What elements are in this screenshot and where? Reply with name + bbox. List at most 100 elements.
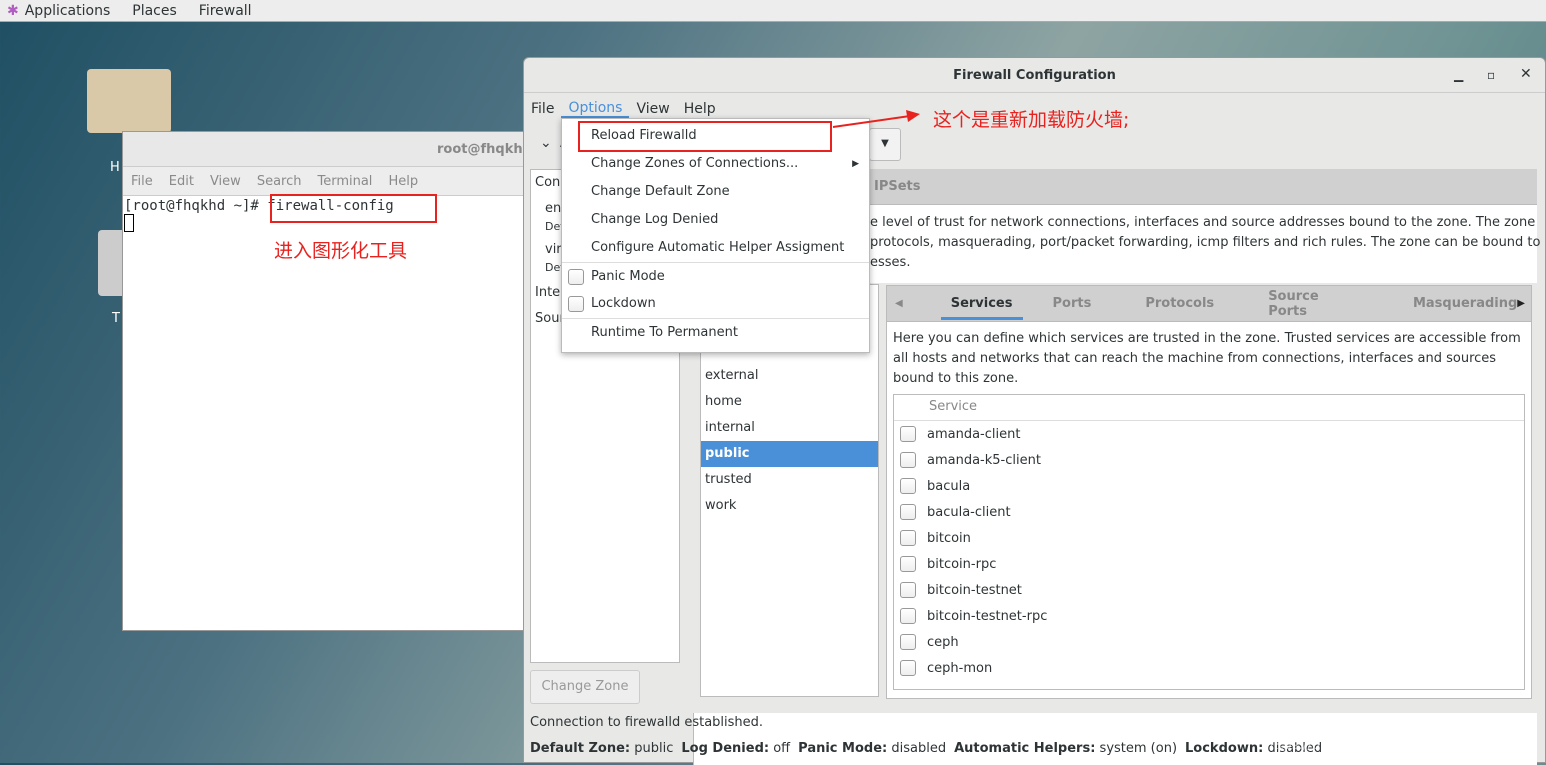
applications-menu[interactable]: Applications	[25, 3, 111, 19]
zone-settings-panel: ◀ Services Ports Protocols Source Ports …	[886, 285, 1532, 699]
service-checkbox[interactable]	[900, 426, 916, 442]
tab-masquerading[interactable]: Masquerading	[1413, 296, 1517, 311]
label: Change Zones of Connections...	[591, 156, 799, 171]
status-item: Panic Mode: disabled	[798, 741, 946, 756]
tabs-scroll-left-icon[interactable]: ◀	[895, 298, 903, 309]
service-checkbox[interactable]	[900, 452, 916, 468]
tab-services[interactable]: Services	[940, 287, 1023, 320]
service-row[interactable]: bitcoin	[894, 525, 1524, 551]
prompt: [root@fhqkhd ~]#	[124, 198, 268, 214]
tab-protocols[interactable]: Protocols	[1145, 296, 1214, 311]
zone-item-trusted[interactable]: trusted	[701, 467, 878, 493]
service-checkbox[interactable]	[900, 530, 916, 546]
service-checkbox[interactable]	[900, 582, 916, 598]
options-dropdown-menu: Reload Firewalld Change Zones of Connect…	[561, 118, 870, 353]
service-checkbox[interactable]	[900, 634, 916, 650]
service-row[interactable]: bitcoin-testnet-rpc	[894, 603, 1524, 629]
menu-item-change-default-zone[interactable]: Change Default Zone	[562, 178, 869, 206]
firewall-menu[interactable]: Firewall	[199, 3, 252, 19]
terminal-menu-terminal[interactable]: Terminal	[317, 174, 372, 189]
status-key: Lockdown:	[1185, 741, 1264, 756]
service-name: ceph	[927, 634, 959, 650]
status-item: Default Zone: public	[530, 741, 673, 756]
apps-icon: ✱	[7, 2, 19, 19]
service-checkbox[interactable]	[900, 504, 916, 520]
service-name: bitcoin-testnet	[927, 582, 1022, 598]
status-item: Log Denied: off	[681, 741, 790, 756]
status-item: Automatic Helpers: system (on)	[954, 741, 1177, 756]
terminal-annotation: 进入图形化工具	[274, 240, 408, 262]
menu-item-change-log-denied[interactable]: Change Log Denied	[562, 206, 869, 234]
cursor	[124, 214, 134, 232]
change-zone-button[interactable]: Change Zone	[530, 670, 640, 704]
service-checkbox[interactable]	[900, 608, 916, 624]
service-checkbox[interactable]	[900, 660, 916, 676]
zone-item-internal[interactable]: internal	[701, 415, 878, 441]
menu-view[interactable]: View	[629, 101, 676, 117]
tab-source-ports[interactable]: Source Ports	[1268, 289, 1359, 319]
reload-highlight-box	[578, 121, 832, 152]
terminal-title: root@fhqkhd	[437, 142, 532, 157]
service-row[interactable]: amanda-k5-client	[894, 447, 1524, 473]
service-name: ceph-mon	[927, 660, 993, 676]
services-table: Service amanda-client amanda-k5-client bac…	[893, 394, 1525, 690]
service-row[interactable]: bacula-client	[894, 499, 1524, 525]
status-key: Panic Mode:	[798, 741, 888, 756]
service-name: bitcoin-testnet-rpc	[927, 608, 1048, 624]
desc-line: protocols, masquerading, port/packet for…	[870, 235, 1541, 250]
status-key: Default Zone:	[530, 741, 631, 756]
zone-item-home[interactable]: home	[701, 389, 878, 415]
zone-item-work[interactable]: work	[701, 493, 878, 519]
status-bar: Default Zone: public Log Denied: off Panic…	[530, 741, 1330, 756]
menu-item-change-zones-of-connections[interactable]: Change Zones of Connections... ▶	[562, 150, 869, 178]
reload-annotation: 这个是重新加载防火墙;	[933, 109, 1130, 131]
chevron-down-icon[interactable]: ⌄	[540, 135, 552, 151]
status-value: disabled	[891, 741, 947, 756]
service-column-header[interactable]: Service	[894, 395, 1524, 421]
close-button[interactable]: ✕	[1520, 66, 1532, 82]
checkbox[interactable]	[568, 296, 584, 312]
command-highlight-box	[270, 194, 437, 223]
tabs-scroll-right-icon[interactable]: ▶	[1517, 298, 1525, 309]
minimize-button[interactable]: ▁	[1454, 68, 1463, 82]
annotation-arrow	[832, 110, 920, 128]
service-checkbox[interactable]	[900, 556, 916, 572]
service-name: bitcoin-rpc	[927, 556, 997, 572]
submenu-arrow-icon: ▶	[852, 159, 859, 169]
menu-item-lockdown[interactable]: Lockdown	[562, 290, 869, 318]
home-folder-icon[interactable]	[87, 69, 171, 133]
terminal-menu-file[interactable]: File	[131, 174, 153, 189]
service-row[interactable]: bitcoin-testnet	[894, 577, 1524, 603]
checkbox[interactable]	[568, 268, 584, 285]
menu-item-runtime-to-permanent[interactable]: Runtime To Permanent	[562, 318, 869, 346]
zone-item-public[interactable]: public	[701, 441, 878, 467]
status-value: off	[773, 741, 791, 756]
service-checkbox[interactable]	[900, 478, 916, 494]
service-name: amanda-client	[927, 426, 1021, 442]
service-name: bitcoin	[927, 530, 971, 546]
terminal-menu-view[interactable]: View	[210, 174, 241, 189]
service-row[interactable]: amanda-client	[894, 421, 1524, 447]
menu-file[interactable]: File	[524, 101, 561, 117]
label: Panic Mode	[591, 268, 665, 284]
terminal-menu-search[interactable]: Search	[257, 174, 302, 189]
label: Lockdown	[591, 296, 656, 311]
status-value: system (on)	[1099, 741, 1178, 756]
service-row[interactable]: ceph	[894, 629, 1524, 655]
places-menu[interactable]: Places	[132, 3, 177, 19]
terminal-menu-edit[interactable]: Edit	[169, 174, 194, 189]
menu-help[interactable]: Help	[677, 101, 723, 117]
tab-ports[interactable]: Ports	[1053, 296, 1092, 311]
service-row[interactable]: ceph-mon	[894, 655, 1524, 681]
service-row[interactable]: bitcoin-rpc	[894, 551, 1524, 577]
menu-item-panic-mode[interactable]: Panic Mode	[562, 262, 869, 290]
service-row[interactable]: bacula	[894, 473, 1524, 499]
menu-item-configure-helper[interactable]: Configure Automatic Helper Assigment	[562, 234, 869, 262]
menu-options[interactable]: Options	[561, 100, 630, 118]
tab-ipsets[interactable]: IPSets	[874, 179, 921, 194]
maximize-button[interactable]: ▫	[1487, 68, 1495, 82]
terminal-menu-help[interactable]: Help	[388, 174, 418, 189]
connection-status: Connection to firewalld established.	[530, 715, 764, 730]
zone-item-external[interactable]: external	[701, 363, 878, 389]
service-name: bacula	[927, 478, 971, 494]
